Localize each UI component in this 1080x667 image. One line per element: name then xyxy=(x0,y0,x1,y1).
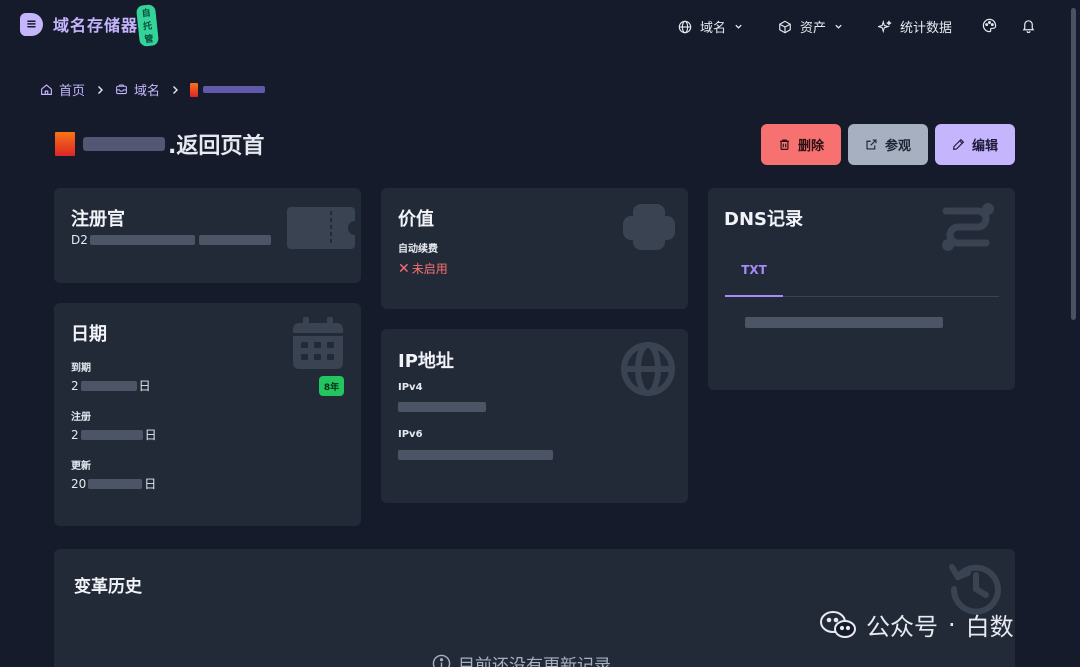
chevron-down-icon xyxy=(835,24,842,29)
delete-button[interactable]: 删除 xyxy=(761,124,841,165)
expiry-date-prefix: 2 xyxy=(71,378,79,393)
auto-renew-status-text: 未启用 xyxy=(411,262,448,276)
registrar-card: 注册官 D2 xyxy=(54,188,361,283)
page-title: .返回页首 xyxy=(55,128,264,160)
active-tab-indicator xyxy=(725,295,783,297)
breadcrumb-domains[interactable]: 域名 xyxy=(134,80,160,99)
app-name: 域名存储器 xyxy=(53,16,139,35)
dates-card: 日期 到期 2 日 8年 注册 2 日 更新 20 日 xyxy=(54,303,361,526)
logo-icon: ≡ xyxy=(20,12,43,36)
app-logo[interactable]: ≡ 域名存储器 自托管 xyxy=(20,4,160,47)
redacted-text xyxy=(80,380,137,391)
redacted-text xyxy=(198,235,271,245)
registrar-value: D2 xyxy=(71,233,273,247)
update-date: 20 日 xyxy=(71,475,156,492)
redacted-domain-favicon xyxy=(55,132,75,156)
chevron-right-icon xyxy=(173,85,179,94)
palette-icon[interactable] xyxy=(982,18,997,33)
register-date-suffix: 日 xyxy=(144,428,157,442)
redacted-text xyxy=(89,235,195,245)
edit-button[interactable]: 编辑 xyxy=(935,124,1015,165)
breadcrumb-home[interactable]: 首页 xyxy=(59,80,85,99)
expiry-date-suffix: 日 xyxy=(138,379,151,393)
redacted-favicon xyxy=(190,82,199,97)
ipv4-label: IPv4 xyxy=(398,382,423,393)
redacted-domain-name xyxy=(203,86,266,93)
history-title: 变革历史 xyxy=(74,577,142,597)
page-scrollbar[interactable] xyxy=(1071,8,1076,320)
chevron-right-icon xyxy=(98,85,104,94)
top-navbar: ≡ 域名存储器 自托管 域名 资产 统计数据 xyxy=(0,0,1080,52)
redacted-txt-record xyxy=(745,317,943,328)
history-empty-message: 目前还没有更新记录 xyxy=(432,651,611,667)
register-date: 2 日 xyxy=(71,426,157,443)
external-link-icon xyxy=(866,139,877,150)
pencil-icon xyxy=(952,138,965,151)
wechat-watermark: 公众号 · 白数 xyxy=(818,607,1014,642)
update-label: 更新 xyxy=(71,461,91,472)
nav-assets-label: 资产 xyxy=(800,21,827,36)
registrar-title: 注册官 xyxy=(71,209,125,230)
globe-icon xyxy=(621,342,675,396)
nav-stats-label: 统计数据 xyxy=(900,21,953,36)
wechat-icon xyxy=(820,610,856,638)
register-date-prefix: 2 xyxy=(71,427,79,442)
redacted-ipv6 xyxy=(398,450,553,460)
registrar-value-prefix: D2 xyxy=(71,233,88,247)
app-root: ≡ 域名存储器 自托管 域名 资产 统计数据 首页 域名 .返回页首 删除 参观… xyxy=(0,0,1080,667)
edit-label: 编辑 xyxy=(971,139,998,154)
nav-domains-menu[interactable]: 域名 xyxy=(678,17,743,36)
dns-tab-txt[interactable]: TXT xyxy=(725,263,783,277)
x-icon: ✕ xyxy=(398,260,410,277)
home-icon xyxy=(41,84,52,95)
cube-icon xyxy=(779,20,791,33)
watermark-separator: · xyxy=(948,610,956,639)
history-empty-text: 目前还没有更新记录 xyxy=(458,656,611,667)
trash-icon xyxy=(780,139,789,150)
ip-title: IP地址 xyxy=(398,351,454,372)
sparkles-icon xyxy=(878,19,892,33)
watermark-right: 白数 xyxy=(965,613,1014,641)
globe-icon xyxy=(678,20,692,33)
view-button[interactable]: 参观 xyxy=(848,124,928,165)
bell-icon[interactable] xyxy=(1021,18,1036,33)
value-title: 价值 xyxy=(398,209,434,230)
ticket-icon xyxy=(287,207,355,249)
inbox-icon xyxy=(116,84,127,95)
dns-records-card: DNS记录 TXT xyxy=(708,188,1015,390)
update-date-prefix: 20 xyxy=(71,476,87,491)
route-icon xyxy=(942,203,994,251)
breadcrumb: 首页 域名 xyxy=(40,80,266,99)
redacted-ipv4 xyxy=(398,402,486,412)
expiry-date: 2 日 xyxy=(71,377,151,394)
nav-domains-label: 域名 xyxy=(700,21,727,36)
chevron-down-icon xyxy=(735,24,742,29)
years-badge: 8年 xyxy=(319,376,344,396)
value-card: 价值 自动续费 ✕ 未启用 xyxy=(381,188,688,309)
self-hosted-badge: 自托管 xyxy=(135,4,160,47)
redacted-value-icon xyxy=(623,204,675,250)
page-title-suffix: .返回页首 xyxy=(168,134,265,159)
redacted-text xyxy=(88,478,143,489)
register-label: 注册 xyxy=(71,412,91,423)
watermark-left: 公众号 xyxy=(866,613,938,641)
nav-stats-link[interactable]: 统计数据 xyxy=(878,17,952,36)
breadcrumb-current-domain xyxy=(190,82,266,97)
redacted-text xyxy=(80,429,143,440)
info-icon xyxy=(432,654,451,667)
dns-title: DNS记录 xyxy=(724,209,803,230)
expiry-label: 到期 xyxy=(71,363,91,374)
ipv6-label: IPv6 xyxy=(398,429,423,440)
auto-renew-status: ✕ 未启用 xyxy=(398,260,448,277)
nav-assets-menu[interactable]: 资产 xyxy=(778,17,843,36)
redacted-domain-title xyxy=(83,137,165,151)
dates-title: 日期 xyxy=(71,324,107,345)
delete-label: 删除 xyxy=(797,139,824,154)
calendar-icon xyxy=(293,317,343,369)
auto-renew-label: 自动续费 xyxy=(398,244,438,255)
ip-address-card: IP地址 IPv4 IPv6 xyxy=(381,329,688,503)
update-date-suffix: 日 xyxy=(144,477,157,491)
view-label: 参观 xyxy=(884,139,911,154)
